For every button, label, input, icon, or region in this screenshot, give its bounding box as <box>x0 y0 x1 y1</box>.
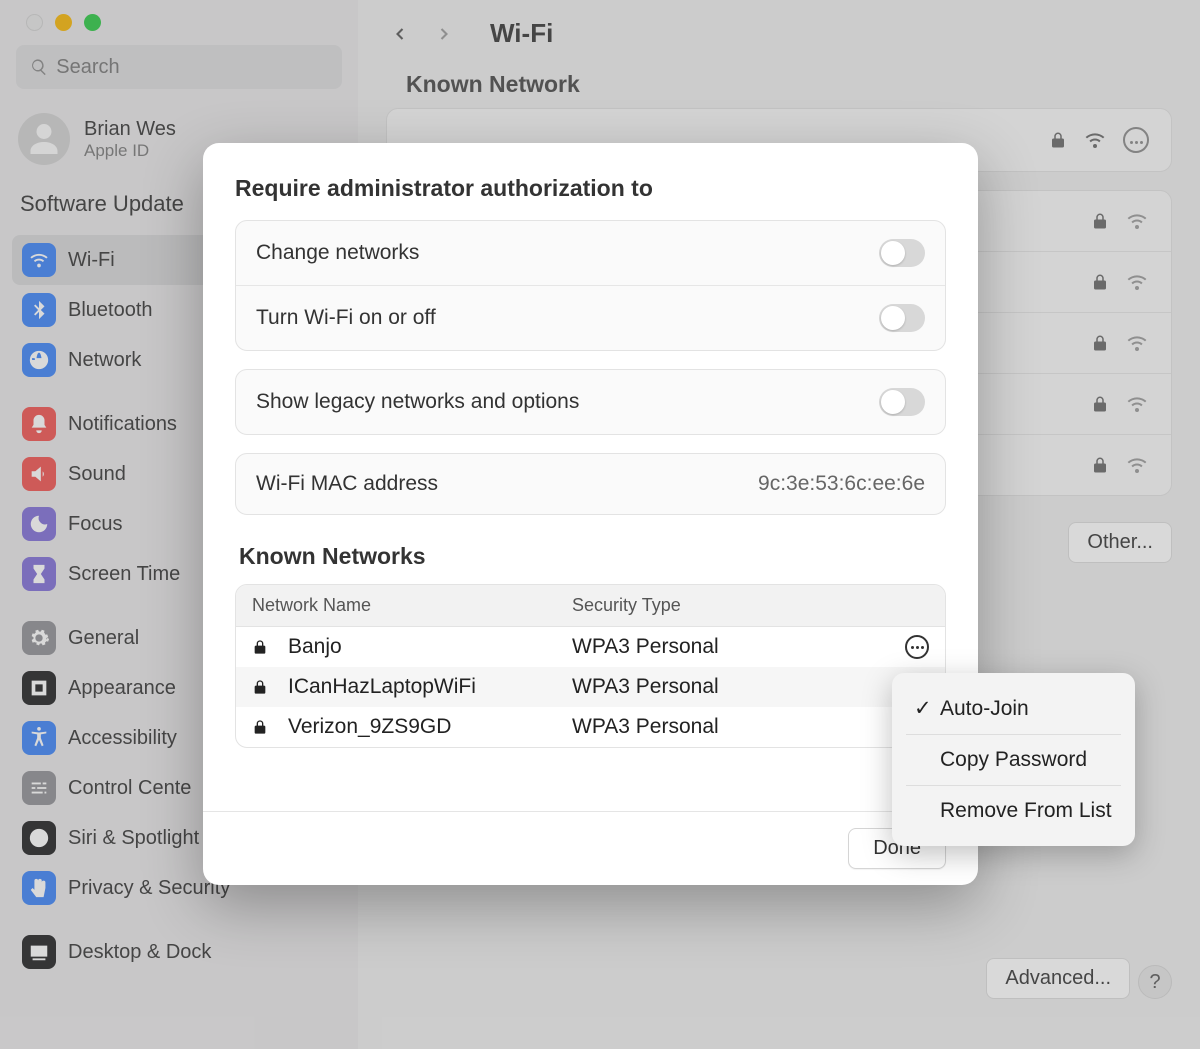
known-networks-heading: Known Networks <box>239 543 946 570</box>
security-type-cell: WPA3 Personal <box>572 675 893 699</box>
change-networks-row: Change networks <box>236 221 945 286</box>
security-type-cell: WPA3 Personal <box>572 715 893 739</box>
context-copy-password[interactable]: Copy Password <box>892 735 1135 785</box>
lock-icon <box>252 719 268 735</box>
col-security-type: Security Type <box>572 595 929 616</box>
show-legacy-label: Show legacy networks and options <box>256 390 579 414</box>
admin-auth-group: Change networks Turn Wi-Fi on or off <box>235 220 946 351</box>
table-row[interactable]: ICanHazLaptopWiFiWPA3 Personal <box>236 667 945 707</box>
show-legacy-toggle[interactable] <box>879 388 925 416</box>
table-row[interactable]: BanjoWPA3 Personal <box>236 627 945 667</box>
settings-window: Brian Wes Apple ID Software Update Wi-Fi… <box>0 0 1200 1049</box>
modal-footer: Done <box>203 811 978 885</box>
context-auto-join-label: Auto-Join <box>940 697 1029 721</box>
network-name-cell: Verizon_9ZS9GD <box>288 715 572 739</box>
lock-icon <box>252 639 268 655</box>
row-more-button[interactable] <box>905 635 929 659</box>
col-network-name: Network Name <box>252 595 572 616</box>
mac-address-value: 9c:3e:53:6c:ee:6e <box>758 472 925 496</box>
network-name-cell: Banjo <box>288 635 572 659</box>
table-header: Network Name Security Type <box>236 585 945 627</box>
known-networks-table: Network Name Security Type BanjoWPA3 Per… <box>235 584 946 748</box>
show-legacy-row: Show legacy networks and options <box>236 370 945 434</box>
context-auto-join[interactable]: ✓ Auto-Join <box>892 683 1135 734</box>
context-remove-from-list[interactable]: Remove From List <box>892 786 1135 836</box>
context-remove-label: Remove From List <box>940 799 1112 823</box>
context-copy-password-label: Copy Password <box>940 748 1087 772</box>
turn-wifi-toggle[interactable] <box>879 304 925 332</box>
checkmark-icon: ✓ <box>914 696 930 721</box>
mac-address-label: Wi-Fi MAC address <box>256 472 438 496</box>
turn-wifi-label: Turn Wi-Fi on or off <box>256 306 436 330</box>
turn-wifi-row: Turn Wi-Fi on or off <box>236 286 945 350</box>
network-name-cell: ICanHazLaptopWiFi <box>288 675 572 699</box>
security-type-cell: WPA3 Personal <box>572 635 893 659</box>
network-context-menu: ✓ Auto-Join Copy Password Remove From Li… <box>892 673 1135 846</box>
require-admin-heading: Require administrator authorization to <box>235 175 946 202</box>
lock-icon <box>252 679 268 695</box>
wifi-advanced-modal: Require administrator authorization to C… <box>203 143 978 885</box>
mac-address-row: Wi-Fi MAC address 9c:3e:53:6c:ee:6e <box>236 454 945 514</box>
table-row[interactable]: Verizon_9ZS9GDWPA3 Personal <box>236 707 945 747</box>
legacy-group: Show legacy networks and options <box>235 369 946 435</box>
mac-address-group: Wi-Fi MAC address 9c:3e:53:6c:ee:6e <box>235 453 946 515</box>
change-networks-label: Change networks <box>256 241 419 265</box>
change-networks-toggle[interactable] <box>879 239 925 267</box>
